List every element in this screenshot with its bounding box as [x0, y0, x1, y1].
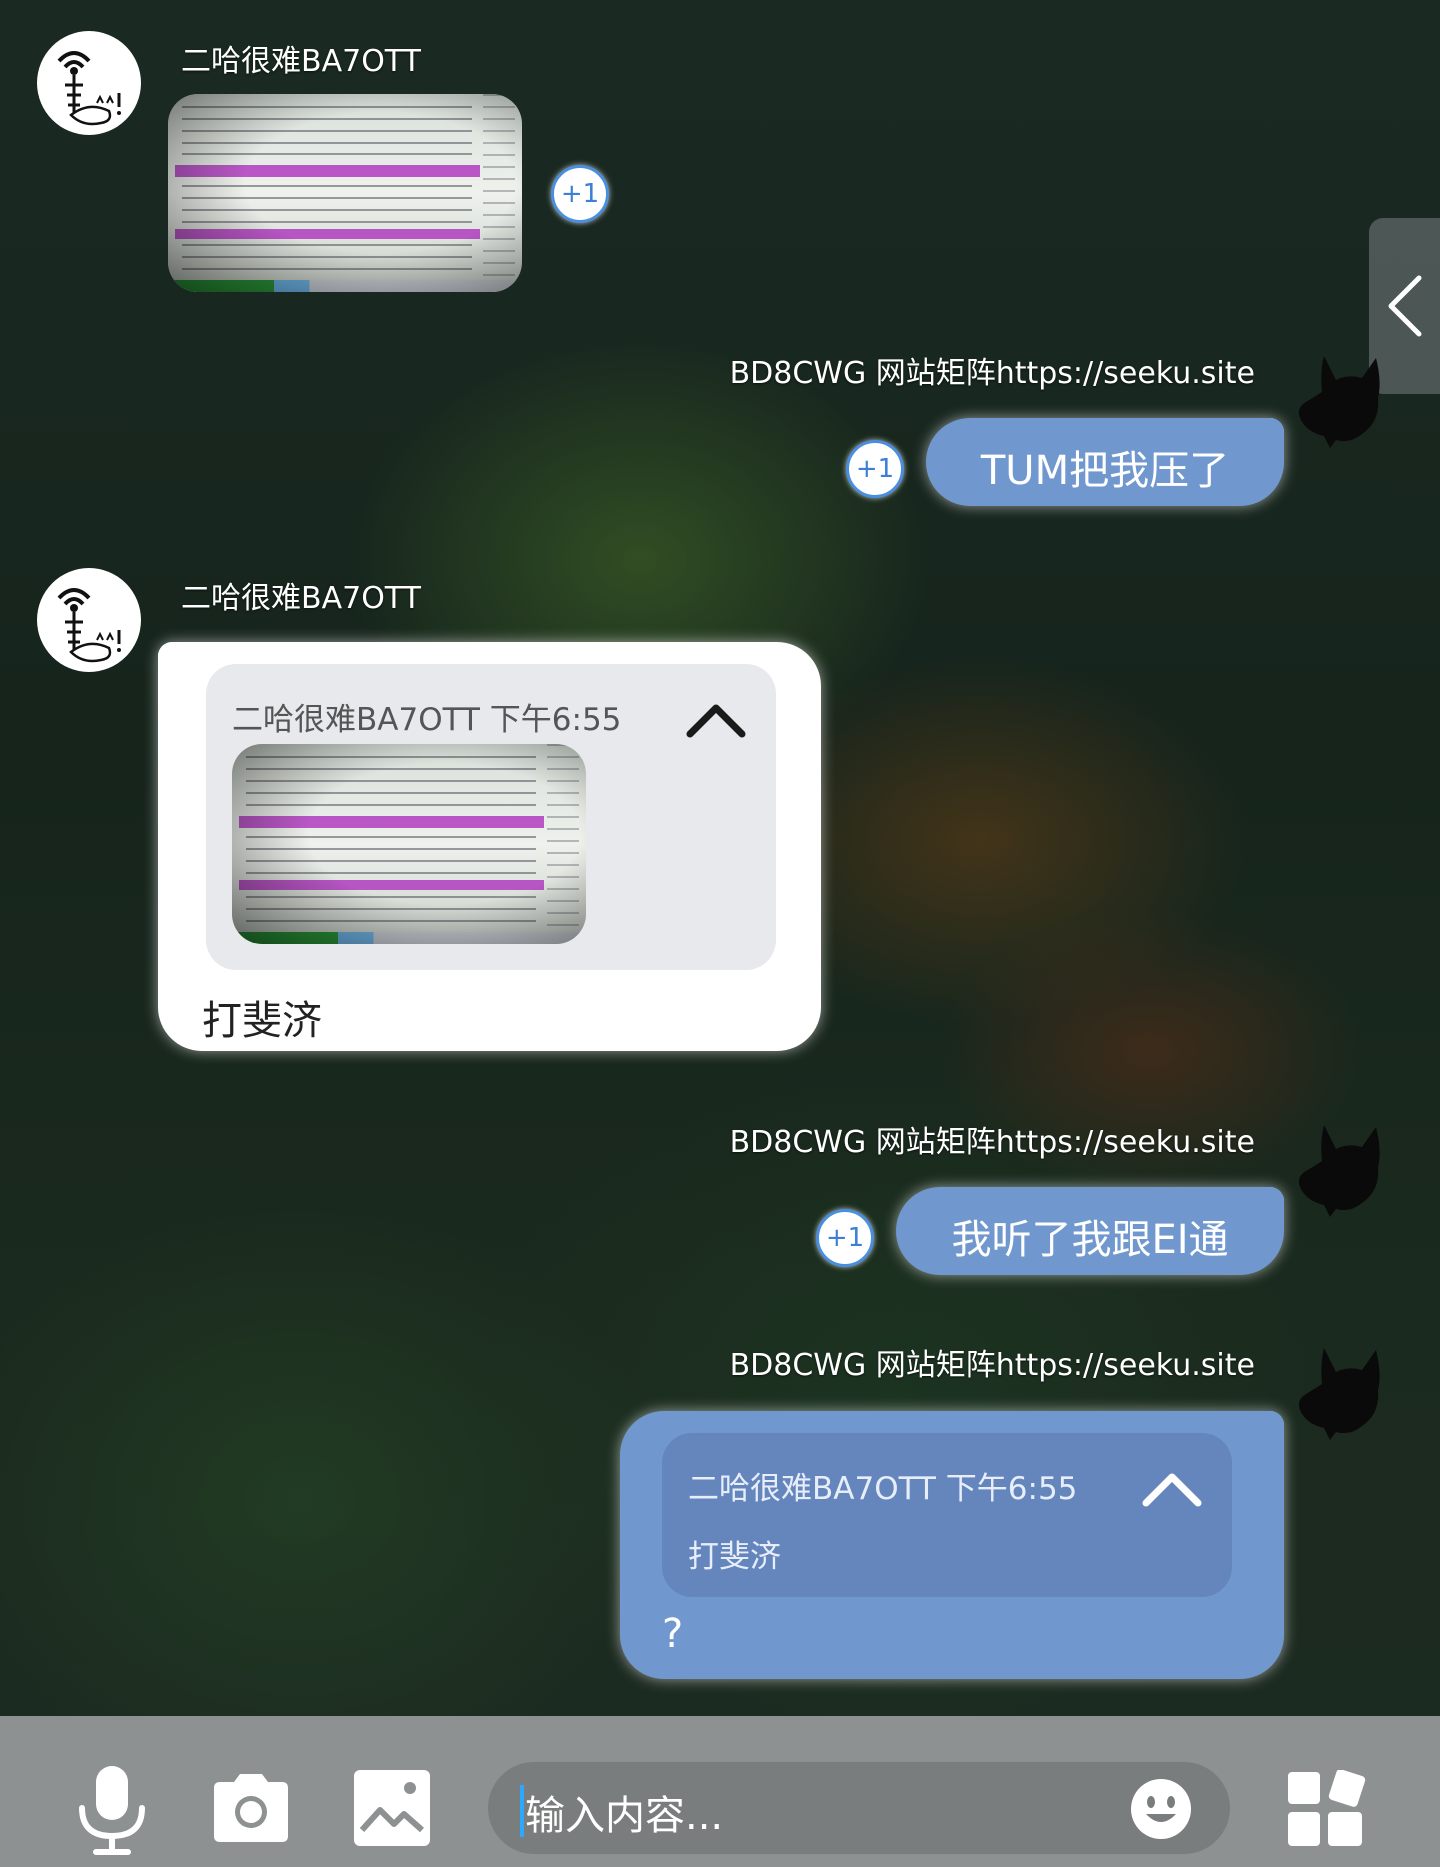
quote-title: 二哈很难BA7OTT 下午6:55: [688, 1471, 1078, 1507]
avatar[interactable]: [37, 568, 141, 672]
quote-message-bubble[interactable]: 二哈很难BA7OTT 下午6:55 打斐济 ?: [620, 1411, 1284, 1679]
sender-name: 二哈很难BA7OTT: [181, 581, 421, 616]
message-bubble[interactable]: TUM把我压了: [926, 418, 1284, 506]
black-cat-avatar-icon[interactable]: [1296, 1121, 1388, 1217]
apps-icon[interactable]: [1286, 1770, 1366, 1850]
camera-icon[interactable]: [208, 1770, 294, 1844]
text-cursor: [520, 1785, 524, 1837]
photo-message[interactable]: [168, 94, 522, 292]
microphone-icon[interactable]: [72, 1764, 152, 1856]
avatar[interactable]: [37, 31, 141, 135]
chevron-up-icon[interactable]: [1140, 1469, 1204, 1509]
message-text: ?: [662, 1611, 684, 1657]
plus-one-button[interactable]: +1: [551, 165, 609, 223]
message-text: 我听了我跟EI通: [951, 1217, 1229, 1263]
radio-tower-avatar-icon: [57, 588, 121, 663]
image-icon[interactable]: [352, 1768, 432, 1848]
black-cat-avatar-icon[interactable]: [1296, 352, 1388, 448]
sender-name: BD8CWG 网站矩阵https://seeku.site: [729, 356, 1255, 391]
emoji-icon[interactable]: [1130, 1778, 1192, 1840]
plus-one-button[interactable]: +1: [816, 1209, 874, 1267]
black-cat-avatar-icon[interactable]: [1296, 1344, 1388, 1440]
quote-message-bubble[interactable]: 二哈很难BA7OTT 下午6:55 打斐济: [158, 642, 821, 1051]
message-bubble[interactable]: 我听了我跟EI通: [896, 1187, 1284, 1275]
quoted-message[interactable]: 二哈很难BA7OTT 下午6:55: [206, 664, 776, 970]
sender-name: BD8CWG 网站矩阵https://seeku.site: [729, 1125, 1255, 1160]
plus-one-button[interactable]: +1: [846, 440, 904, 498]
sender-name: BD8CWG 网站矩阵https://seeku.site: [729, 1348, 1255, 1383]
quoted-photo[interactable]: [232, 744, 586, 944]
chevron-up-icon[interactable]: [684, 700, 748, 740]
quote-title: 二哈很难BA7OTT 下午6:55: [232, 702, 622, 738]
sender-name: 二哈很难BA7OTT: [181, 44, 421, 79]
message-text: TUM把我压了: [980, 448, 1230, 494]
message-text: 打斐济: [202, 998, 322, 1044]
quoted-message[interactable]: 二哈很难BA7OTT 下午6:55 打斐济: [662, 1433, 1232, 1597]
quoted-text: 打斐济: [688, 1539, 781, 1575]
radio-tower-avatar-icon: [57, 51, 121, 126]
message-input-placeholder: 输入内容...: [525, 1793, 724, 1839]
